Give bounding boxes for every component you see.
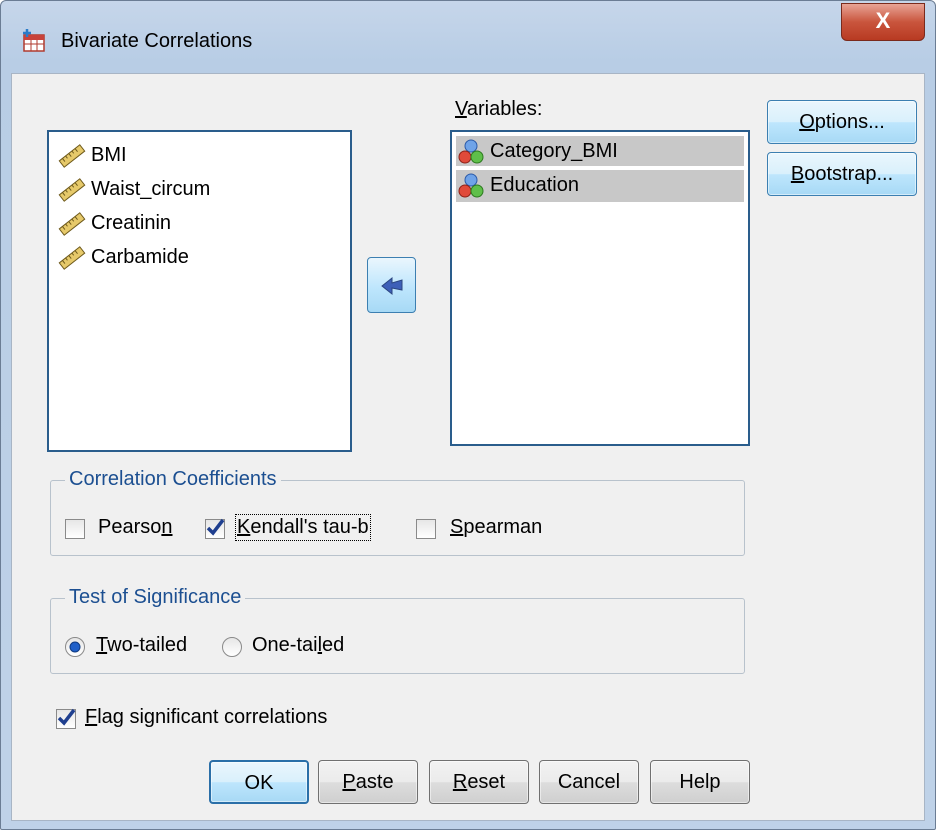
scale-ruler-icon: [57, 245, 87, 271]
list-item-label: BMI: [91, 144, 127, 166]
close-button[interactable]: X: [841, 3, 925, 41]
one-tailed-radio[interactable]: [222, 637, 242, 657]
ok-button[interactable]: OK: [209, 760, 309, 804]
spearman-checkbox[interactable]: [416, 519, 436, 539]
two-tailed-label: Two-tailed: [96, 634, 188, 656]
list-item-label: Category_BMI: [490, 140, 618, 162]
pearson-label: Pearson: [98, 516, 173, 538]
two-tailed-radio[interactable]: [65, 637, 85, 657]
source-variable-list[interactable]: BMI Waist_circum Creatinin Carbamide: [47, 130, 352, 452]
scale-ruler-icon: [57, 143, 87, 169]
title-bar[interactable]: Bivariate Correlations X: [1, 1, 935, 73]
list-item-label: Creatinin: [91, 212, 172, 234]
arrow-left-icon: [368, 276, 415, 316]
scale-ruler-icon: [57, 177, 87, 203]
move-variable-button[interactable]: [367, 257, 416, 313]
list-item[interactable]: Carbamide: [57, 242, 189, 272]
list-item-label: Carbamide: [91, 246, 189, 268]
list-item-label: Waist_circum: [91, 178, 211, 200]
nominal-icon: [456, 139, 486, 165]
list-item[interactable]: Education: [456, 170, 744, 202]
pearson-checkbox[interactable]: [65, 519, 85, 539]
window-title: Bivariate Correlations: [61, 30, 253, 52]
flag-significant-label: Flag significant correlations: [85, 706, 328, 728]
variables-list[interactable]: Category_BMI Education: [450, 130, 750, 446]
options-button[interactable]: Options...: [767, 100, 917, 144]
variables-label: Variables:: [455, 98, 543, 120]
cancel-button[interactable]: Cancel: [539, 760, 639, 804]
help-button[interactable]: Help: [650, 760, 750, 804]
list-item[interactable]: BMI: [57, 140, 127, 170]
reset-button[interactable]: Reset: [429, 760, 529, 804]
paste-button[interactable]: Paste: [318, 760, 418, 804]
nominal-icon: [456, 173, 486, 199]
list-item[interactable]: Category_BMI: [456, 136, 744, 166]
dialog-window: Bivariate Correlations X BMI Waist_circu…: [0, 0, 936, 830]
group-title: Correlation Coefficients: [65, 468, 281, 491]
bootstrap-button[interactable]: Bootstrap...: [767, 152, 917, 196]
spss-dialog-icon: [21, 27, 47, 53]
kendall-label: Kendall's tau-b: [235, 514, 371, 541]
one-tailed-label: One-tailed: [252, 634, 345, 656]
dialog-body: BMI Waist_circum Creatinin Carbamide Var…: [11, 73, 925, 821]
spearman-label: Spearman: [450, 516, 543, 538]
kendall-checkbox[interactable]: [205, 518, 225, 539]
list-item-label: Education: [490, 174, 579, 196]
list-item[interactable]: Creatinin: [57, 208, 171, 238]
flag-significant-checkbox[interactable]: [56, 708, 76, 729]
list-item[interactable]: Waist_circum: [57, 174, 210, 204]
group-title: Test of Significance: [65, 586, 246, 609]
scale-ruler-icon: [57, 211, 87, 237]
